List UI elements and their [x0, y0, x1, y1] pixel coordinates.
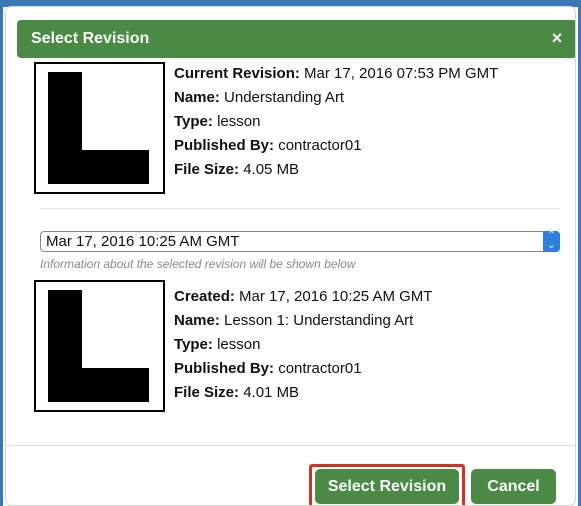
current-published-value: contractor01 — [278, 137, 362, 154]
current-size-value: 4.05 MB — [243, 161, 300, 178]
selected-size-label: File Size: — [174, 384, 240, 401]
lesson-icon-base — [48, 150, 149, 184]
selected-size-value: 4.01 MB — [243, 384, 300, 401]
updown-arrows-icon[interactable]: ⌃ ⌄ — [543, 231, 560, 252]
dialog-title: Select Revision — [31, 30, 150, 47]
current-size-row: File Size: 4.05 MB — [174, 158, 498, 182]
current-revision-row: Current Revision: Mar 17, 2016 07:53 PM … — [174, 62, 498, 86]
revision-hint: Information about the selected revision … — [40, 257, 356, 271]
selected-name-value: Lesson 1: Understanding Art — [224, 312, 414, 329]
selected-type-row: Type: lesson — [174, 333, 432, 357]
footer-divider — [6, 445, 575, 446]
selected-published-value: contractor01 — [278, 360, 362, 377]
revision-select[interactable]: Mar 17, 2016 10:25 AM GMT ⌃ ⌄ — [40, 231, 560, 252]
current-type-label: Type: — [174, 113, 213, 130]
selected-size-row: File Size: 4.01 MB — [174, 381, 432, 405]
selected-type-value: lesson — [217, 336, 261, 353]
created-row: Created: Mar 17, 2016 10:25 AM GMT — [174, 285, 432, 309]
selected-published-label: Published By: — [174, 360, 275, 377]
dialog-header: Select Revision × — [17, 20, 575, 58]
current-type-value: lesson — [217, 113, 261, 130]
divider — [40, 208, 560, 209]
current-name-label: Name: — [174, 89, 220, 106]
current-size-label: File Size: — [174, 161, 240, 178]
select-revision-button[interactable]: Select Revision — [315, 469, 459, 504]
current-revision-thumbnail — [34, 62, 165, 194]
current-revision-label: Current Revision: — [174, 65, 300, 82]
selected-type-label: Type: — [174, 336, 213, 353]
current-revision-info: Current Revision: Mar 17, 2016 07:53 PM … — [174, 62, 498, 182]
revision-select-value: Mar 17, 2016 10:25 AM GMT — [46, 233, 240, 250]
selected-revision-thumbnail — [34, 280, 165, 412]
selected-revision-info: Created: Mar 17, 2016 10:25 AM GMT Name:… — [174, 285, 432, 405]
current-name-value: Understanding Art — [224, 89, 345, 106]
lesson-icon-base — [48, 368, 149, 402]
current-revision-date: Mar 17, 2016 07:53 PM GMT — [304, 65, 499, 82]
current-published-label: Published By: — [174, 137, 275, 154]
selected-name-row: Name: Lesson 1: Understanding Art — [174, 309, 432, 333]
close-icon[interactable]: × — [549, 29, 565, 47]
current-published-row: Published By: contractor01 — [174, 134, 498, 158]
current-name-row: Name: Understanding Art — [174, 86, 498, 110]
created-date: Mar 17, 2016 10:25 AM GMT — [239, 288, 433, 305]
current-type-row: Type: lesson — [174, 110, 498, 134]
select-revision-dialog: Select Revision × Current Revision: Mar … — [5, 6, 576, 506]
selected-published-row: Published By: contractor01 — [174, 357, 432, 381]
selected-name-label: Name: — [174, 312, 220, 329]
cancel-button[interactable]: Cancel — [471, 469, 556, 504]
created-label: Created: — [174, 288, 235, 305]
